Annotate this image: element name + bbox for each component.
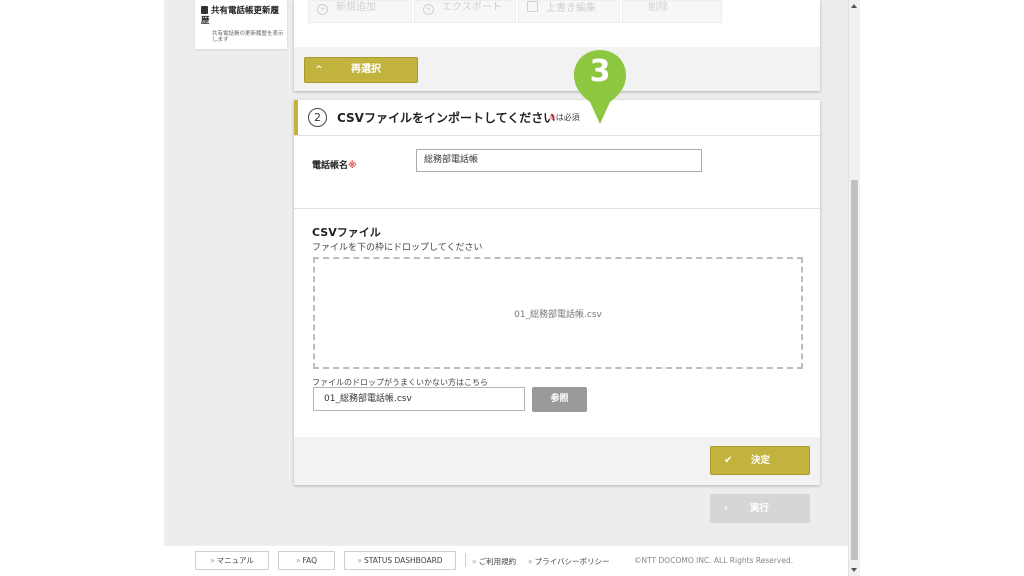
footer-status-link[interactable]: » STATUS DASHBOARD — [344, 551, 456, 570]
scroll-down-icon[interactable] — [851, 568, 857, 572]
step2-panel: 2 CSVファイルをインポートしてください ※は必須 電話帳名※ 総務部電話帳 … — [294, 100, 820, 485]
footer-manual-link[interactable]: » マニュアル — [195, 551, 269, 570]
book-icon — [201, 6, 208, 14]
header-accent-bar — [294, 100, 298, 135]
footer-separator — [465, 553, 466, 567]
step2-title: CSVファイルをインポートしてください — [337, 111, 556, 125]
page-footer: » マニュアル » FAQ » STATUS DASHBOARD » ご利用規約 » プラ… — [164, 546, 848, 576]
footer-faq-link[interactable]: » FAQ — [278, 551, 335, 570]
footer-privacy-link[interactable]: » プライバシーポリシー — [528, 556, 609, 567]
dropped-file-name: 01_総務部電話帳.csv — [514, 310, 602, 320]
scroll-thumb[interactable] — [851, 180, 858, 560]
plus-icon: + — [317, 4, 328, 15]
file-path-input[interactable]: 01_総務部電話帳.csv — [313, 387, 525, 411]
section-divider — [294, 208, 820, 209]
sidebar-card-title: 共有電話帳更新履歴 — [201, 6, 280, 26]
step-number: 2 — [308, 108, 327, 127]
scroll-up-icon[interactable] — [851, 4, 857, 8]
new-add-button[interactable]: + 新規追加 — [308, 0, 412, 23]
vertical-scrollbar[interactable] — [848, 0, 860, 576]
browse-button[interactable]: 参照 — [532, 387, 587, 412]
trash-icon — [631, 2, 640, 11]
step2-header: 2 CSVファイルをインポートしてください ※は必須 — [294, 100, 820, 136]
overwrite-edit-button[interactable]: 上書き編集 — [518, 0, 620, 23]
execute-button[interactable]: › 実行 — [710, 494, 810, 523]
decide-button[interactable]: ✔ 決定 — [710, 446, 810, 475]
file-dropzone[interactable]: 01_総務部電話帳.csv — [313, 257, 803, 369]
delete-button[interactable]: 削除 — [622, 0, 722, 23]
csv-file-heading: CSVファイル — [312, 226, 381, 239]
csv-file-instruction: ファイルを下の枠にドロップしてください — [312, 243, 483, 253]
copyright-text: ©NTT DOCOMO INC. ALL Rights Reserved. — [634, 556, 794, 565]
footer-terms-link[interactable]: » ご利用規約 — [472, 556, 516, 567]
checkmark-icon: ✔ — [724, 455, 733, 466]
chevron-right-icon: › — [724, 503, 729, 514]
edit-icon — [527, 1, 538, 12]
reselect-button[interactable]: ^ 再選択 — [304, 57, 418, 83]
export-icon: + — [423, 4, 434, 15]
chevron-up-icon: ^ — [315, 65, 323, 75]
sidebar-card-description: 共有電話帳の更新履歴を表示します — [212, 31, 284, 43]
phonebook-name-input[interactable]: 総務部電話帳 — [416, 149, 702, 172]
step-marker-balloon: 3 — [572, 48, 628, 126]
sidebar-card-history[interactable]: 共有電話帳更新履歴 共有電話帳の更新履歴を表示します — [195, 0, 287, 49]
export-button[interactable]: + エクスポート — [414, 0, 516, 23]
phonebook-name-label: 電話帳名※ — [312, 161, 357, 171]
step-marker-number: 3 — [589, 54, 611, 89]
